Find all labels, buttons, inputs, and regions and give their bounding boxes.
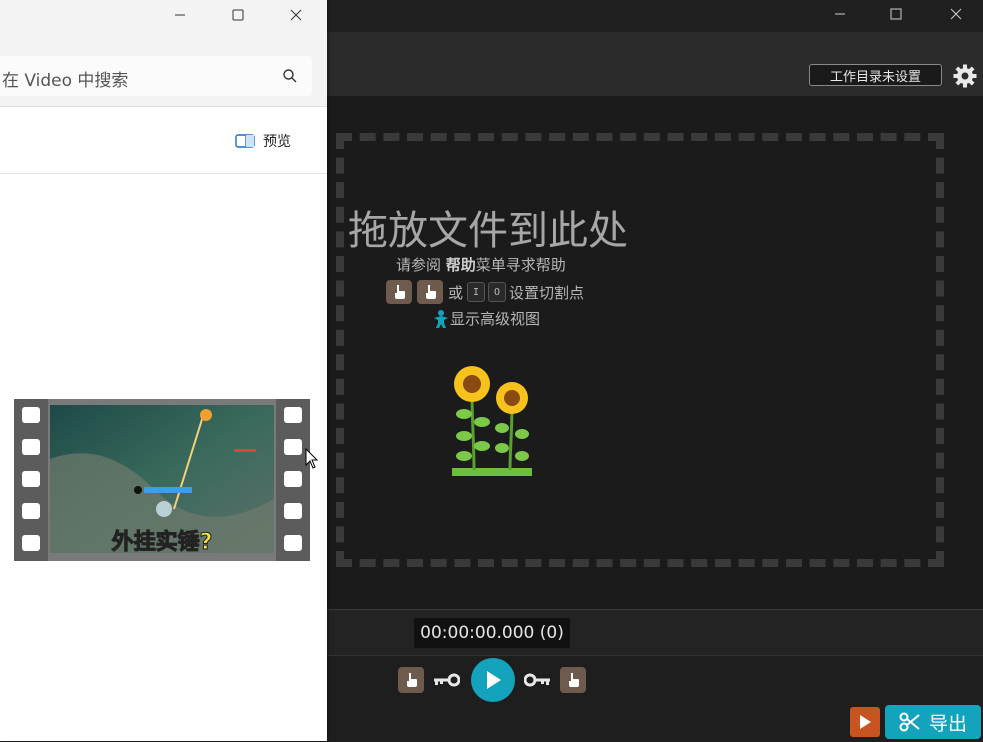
key-o: O [488,282,507,302]
minimize-icon[interactable] [817,0,863,28]
help-suffix: 菜单寻求帮助 [475,256,566,274]
pointing-finger-icon [569,673,579,687]
search-icon[interactable] [282,68,298,84]
explorer-titlebar [0,0,327,32]
cut-hint: 或 I O 设置切割点 [386,280,584,304]
help-hint: 请参阅 帮助菜单寻求帮助 [396,254,566,275]
set-cut-end-button[interactable] [417,280,443,304]
preview-pane-icon [235,134,255,148]
key-i: I [467,282,486,302]
pointing-finger-icon [426,285,436,299]
close-icon[interactable] [933,0,979,28]
cut-suffix: 设置切割点 [509,283,585,302]
video-file-thumbnail[interactable]: 外挂实锤? [14,399,310,561]
preview-pane-button[interactable]: 预览 [235,131,291,151]
help-menu-link[interactable]: 帮助 [446,256,476,274]
help-prefix: 请参阅 [396,256,446,274]
workdir-button[interactable]: 工作目录未设置 [809,64,942,86]
export-button[interactable]: 导出 [885,705,981,739]
scissors-icon [899,712,920,732]
preview-label: 预览 [263,134,291,150]
drop-title: 拖放文件到此处 [348,208,628,254]
key-icon[interactable] [524,670,552,690]
close-icon[interactable] [273,0,319,30]
pointing-finger-icon [407,673,417,687]
gear-icon[interactable] [952,63,978,89]
cut-or: 或 [448,283,464,302]
thumbnail-caption: 外挂实锤? [112,529,213,555]
pointing-finger-icon [395,285,405,299]
preview-play-button[interactable] [850,707,880,737]
advanced-view-icon [434,309,448,328]
set-cut-start-button[interactable] [386,280,412,304]
export-label: 导出 [928,712,967,735]
maximize-icon[interactable] [215,0,261,30]
advanced-view-link[interactable]: 显示高级视图 [432,308,540,329]
play-button[interactable] [471,658,515,702]
minimize-icon[interactable] [157,0,203,30]
maximize-icon[interactable] [873,0,919,28]
play-icon [860,715,871,729]
play-icon [487,671,501,689]
jump-cut-end-button[interactable] [560,667,586,693]
jump-cut-start-button[interactable] [398,667,424,693]
key-icon[interactable] [432,670,460,690]
advanced-view-label: 显示高级视图 [450,310,541,328]
timecode-display[interactable]: 00:00:00.000 (0) [414,618,570,648]
sunflower-icon [452,366,532,476]
mouse-cursor-icon [305,448,319,469]
file-explorer-window: 在 Video 中搜索 预览 外挂实锤? [0,0,327,741]
search-placeholder: 在 Video 中搜索 [2,71,129,91]
